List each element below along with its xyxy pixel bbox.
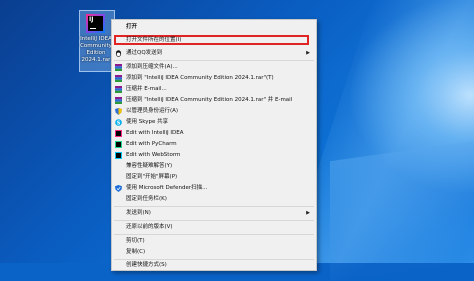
svg-text:S: S: [117, 120, 121, 126]
menu-separator: [114, 60, 314, 61]
menu-item-label: 压缩到 "IntelliJ IDEA Community Edition 202…: [126, 97, 293, 103]
defender-shield-icon: [115, 185, 122, 192]
menu-item-label: 固定到任务栏(K): [126, 196, 167, 202]
menu-item-edit-with-webstorm[interactable]: Edit with WebStorm: [112, 150, 316, 161]
menu-item-label: 打开文件所在的位置(I): [126, 37, 182, 43]
menu-item-label: 兼容性疑难解答(Y): [126, 163, 173, 169]
menu-item-send-to[interactable]: 发送到(N) ▶: [112, 208, 316, 219]
wallpaper-light-panel: [330, 138, 474, 281]
winrar-icon: [115, 86, 122, 93]
menu-item-label: 添加到 "IntelliJ IDEA Community Edition 202…: [126, 75, 274, 81]
menu-item-restore-previous-versions[interactable]: 还原以前的版本(V): [112, 222, 316, 233]
menu-item-label: 以管理员身份运行(A): [126, 108, 179, 114]
menu-item-compress-and-email[interactable]: 压缩并 E-mail...: [112, 84, 316, 95]
webstorm-icon: [115, 152, 122, 159]
menu-item-compress-to-named-and-email[interactable]: 压缩到 "IntelliJ IDEA Community Edition 202…: [112, 95, 316, 106]
menu-separator: [114, 234, 314, 235]
menu-item-label: 剪切(T): [126, 238, 145, 244]
menu-item-create-shortcut[interactable]: 创建快捷方式(S): [112, 260, 316, 271]
menu-item-label: 使用 Skype 共享: [126, 119, 169, 125]
menu-item-add-to-named-archive[interactable]: 添加到 "IntelliJ IDEA Community Edition 202…: [112, 73, 316, 84]
desktop-file-label[interactable]: IntelliJ IDEA Community Edition 2024.1.r…: [78, 36, 114, 64]
winrar-icon: [115, 97, 122, 104]
intellij-idea-icon-inner: IJ: [88, 16, 103, 31]
menu-separator: [114, 206, 314, 207]
menu-item-edit-with-pycharm[interactable]: Edit with PyCharm: [112, 139, 316, 150]
menu-item-label: 打开: [126, 24, 138, 30]
intellij-logo-text: IJ: [89, 16, 94, 23]
menu-item-troubleshoot-compatibility[interactable]: 兼容性疑难解答(Y): [112, 161, 316, 172]
context-menu: 打开 打开文件所在的位置(I) 通过QQ发送到 ▶ 添加到压缩文件(A)... …: [111, 19, 317, 271]
qq-icon: [115, 50, 122, 57]
menu-item-share-with-skype[interactable]: S 使用 Skype 共享: [112, 117, 316, 128]
menu-item-label: Edit with WebStorm: [126, 152, 181, 158]
skype-icon: S: [115, 119, 122, 126]
menu-item-label: 压缩并 E-mail...: [126, 86, 167, 92]
menu-item-add-to-archive[interactable]: 添加到压缩文件(A)...: [112, 62, 316, 73]
menu-item-label: 通过QQ发送到: [126, 50, 163, 56]
menu-item-label: 固定到"开始"屏幕(P): [126, 174, 178, 180]
menu-item-pin-to-start[interactable]: 固定到"开始"屏幕(P): [112, 172, 316, 183]
menu-separator: [114, 220, 314, 221]
chevron-right-icon: ▶: [306, 50, 310, 56]
intellij-logo-bar: [90, 28, 96, 29]
menu-item-pin-to-taskbar[interactable]: 固定到任务栏(K): [112, 194, 316, 205]
menu-item-label: 复制(C): [126, 249, 146, 255]
winrar-icon: [115, 75, 122, 82]
winrar-icon: [115, 64, 122, 71]
menu-item-label: 使用 Microsoft Defender扫描...: [126, 185, 208, 191]
chevron-right-icon: ▶: [306, 210, 310, 216]
menu-item-label: 发送到(N): [126, 210, 151, 216]
menu-item-scan-with-defender[interactable]: 使用 Microsoft Defender扫描...: [112, 183, 316, 194]
menu-item-send-via-qq[interactable]: 通过QQ发送到 ▶: [112, 48, 316, 59]
menu-item-label: 创建快捷方式(S): [126, 262, 167, 268]
intellij-idea-icon: [115, 130, 122, 137]
menu-item-label: Edit with PyCharm: [126, 141, 177, 147]
menu-item-open-file-location[interactable]: 打开文件所在的位置(I): [112, 35, 316, 46]
pycharm-icon: [115, 141, 122, 148]
menu-item-run-as-admin[interactable]: 以管理员身份运行(A): [112, 106, 316, 117]
menu-item-cut[interactable]: 剪切(T): [112, 236, 316, 247]
uac-shield-icon: [115, 108, 122, 115]
menu-item-open[interactable]: 打开: [112, 22, 316, 33]
menu-item-edit-with-intellij[interactable]: Edit with IntelliJ IDEA: [112, 128, 316, 139]
menu-item-label: 添加到压缩文件(A)...: [126, 64, 178, 70]
intellij-idea-icon[interactable]: IJ: [86, 14, 105, 33]
menu-item-label: 还原以前的版本(V): [126, 224, 173, 230]
menu-item-copy[interactable]: 复制(C): [112, 247, 316, 258]
menu-item-label: Edit with IntelliJ IDEA: [126, 130, 184, 136]
